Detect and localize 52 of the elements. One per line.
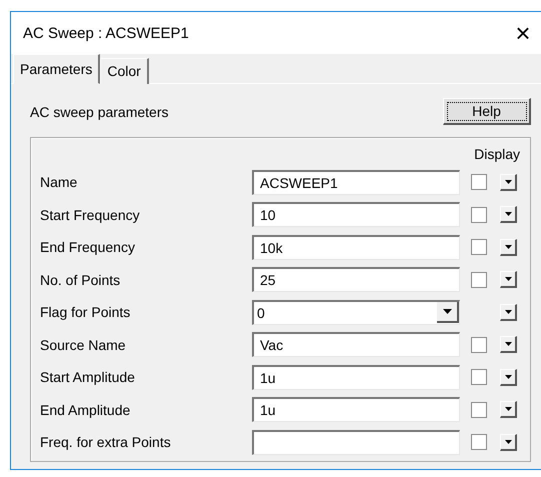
- dropdown-button[interactable]: [500, 304, 517, 321]
- caret-icon: [504, 407, 512, 412]
- close-button[interactable]: ×: [505, 20, 541, 46]
- display-checkbox[interactable]: [471, 206, 487, 223]
- display-checkbox[interactable]: [471, 272, 487, 288]
- caret-icon: [504, 374, 512, 379]
- field-label: Freq. for extra Points: [40, 434, 172, 450]
- input-field[interactable]: ACSWEEP1: [252, 170, 460, 195]
- field-label: Name: [40, 174, 78, 190]
- dropdown-button[interactable]: [500, 206, 517, 224]
- input-field[interactable]: [252, 430, 460, 455]
- column-header: Display: [474, 146, 520, 164]
- dropdown-button[interactable]: [500, 368, 517, 386]
- caret-icon: [504, 180, 512, 184]
- dropdown-button[interactable]: [500, 174, 517, 191]
- window-title: AC Sweep : ACSWEEP1: [23, 24, 189, 42]
- help-button[interactable]: Help: [443, 98, 531, 125]
- caret-icon: [504, 310, 512, 314]
- dropdown-button[interactable]: [500, 271, 517, 288]
- field-label: Start Frequency: [40, 206, 141, 223]
- display-checkbox[interactable]: [471, 239, 487, 256]
- tab[interactable]: Color: [100, 58, 149, 84]
- display-checkbox[interactable]: [471, 402, 487, 418]
- tab[interactable]: Parameters: [13, 54, 100, 84]
- field-label: No. of Points: [40, 272, 122, 288]
- caret-icon: [442, 309, 452, 314]
- display-checkbox[interactable]: [471, 174, 487, 190]
- field-label: Start Amplitude: [40, 369, 136, 386]
- dropdown-field[interactable]: 0: [252, 300, 460, 325]
- field-label: Source Name: [40, 336, 127, 353]
- input-field[interactable]: 1u: [252, 364, 460, 390]
- field-label: Flag for Points: [40, 304, 132, 320]
- input-field[interactable]: 10k: [252, 234, 460, 260]
- dropdown-button[interactable]: [500, 336, 517, 354]
- display-checkbox[interactable]: [471, 434, 487, 450]
- display-checkbox[interactable]: [471, 336, 487, 353]
- section-heading: AC sweep parameters: [30, 104, 169, 120]
- dropdown-button[interactable]: [500, 401, 517, 418]
- caret-icon: [504, 440, 512, 444]
- display-checkbox[interactable]: [471, 369, 487, 386]
- caret-icon: [504, 244, 512, 249]
- input-field[interactable]: 1u: [252, 397, 460, 422]
- input-field[interactable]: 10: [252, 202, 460, 228]
- caret-icon: [504, 277, 512, 282]
- input-field[interactable]: 25: [252, 267, 460, 292]
- dropdown-button[interactable]: [500, 434, 517, 451]
- caret-icon: [504, 212, 512, 216]
- field-label: End Amplitude: [40, 402, 132, 418]
- field-label: End Frequency: [40, 239, 136, 256]
- dropdown-button[interactable]: [500, 238, 517, 256]
- caret-icon: [504, 342, 512, 346]
- input-field[interactable]: Vac: [252, 332, 460, 358]
